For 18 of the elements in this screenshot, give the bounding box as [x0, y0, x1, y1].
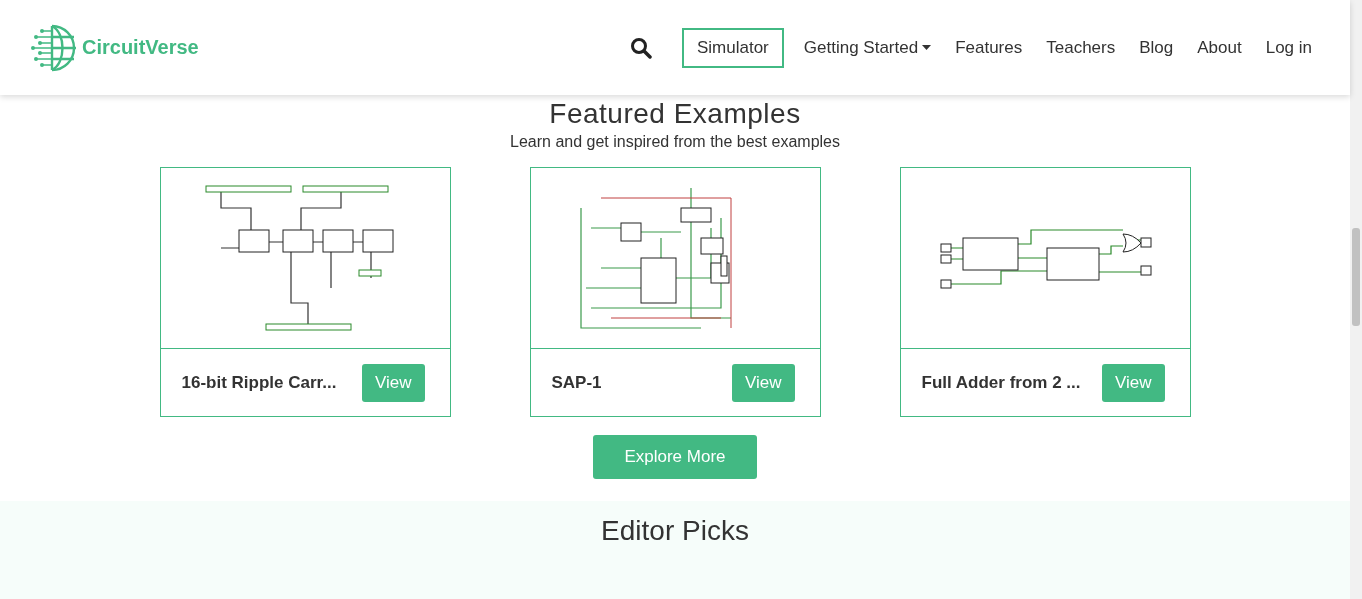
- section-title: Editor Picks: [601, 515, 749, 548]
- card-title: 16-bit Ripple Carr...: [181, 372, 337, 393]
- nav-link[interactable]: Blog: [1129, 29, 1184, 66]
- section-title: Featured Examples: [549, 99, 801, 129]
- simulator-button[interactable]: Simulator: [681, 27, 784, 68]
- nav-link[interactable]: About: [1187, 29, 1252, 66]
- search-icon: [629, 36, 652, 59]
- nav-link[interactable]: Teachers: [1036, 29, 1126, 66]
- card-title: SAP-1: [551, 372, 602, 393]
- globe-circuit-logo-icon: [30, 22, 78, 73]
- caret-icon: [922, 45, 932, 50]
- nav-link[interactable]: Features: [945, 29, 1033, 66]
- section-subtitle: Learn and get inspired from the best examples: [510, 133, 840, 151]
- scrollbar[interactable]: [1350, 0, 1362, 599]
- nav-link[interactable]: Log in: [1255, 29, 1322, 66]
- scrollbar-thumb[interactable]: [1352, 228, 1360, 326]
- card-title: Full Adder from 2 ...: [921, 372, 1081, 393]
- nav-dropdown[interactable]: Getting Started: [793, 29, 942, 66]
